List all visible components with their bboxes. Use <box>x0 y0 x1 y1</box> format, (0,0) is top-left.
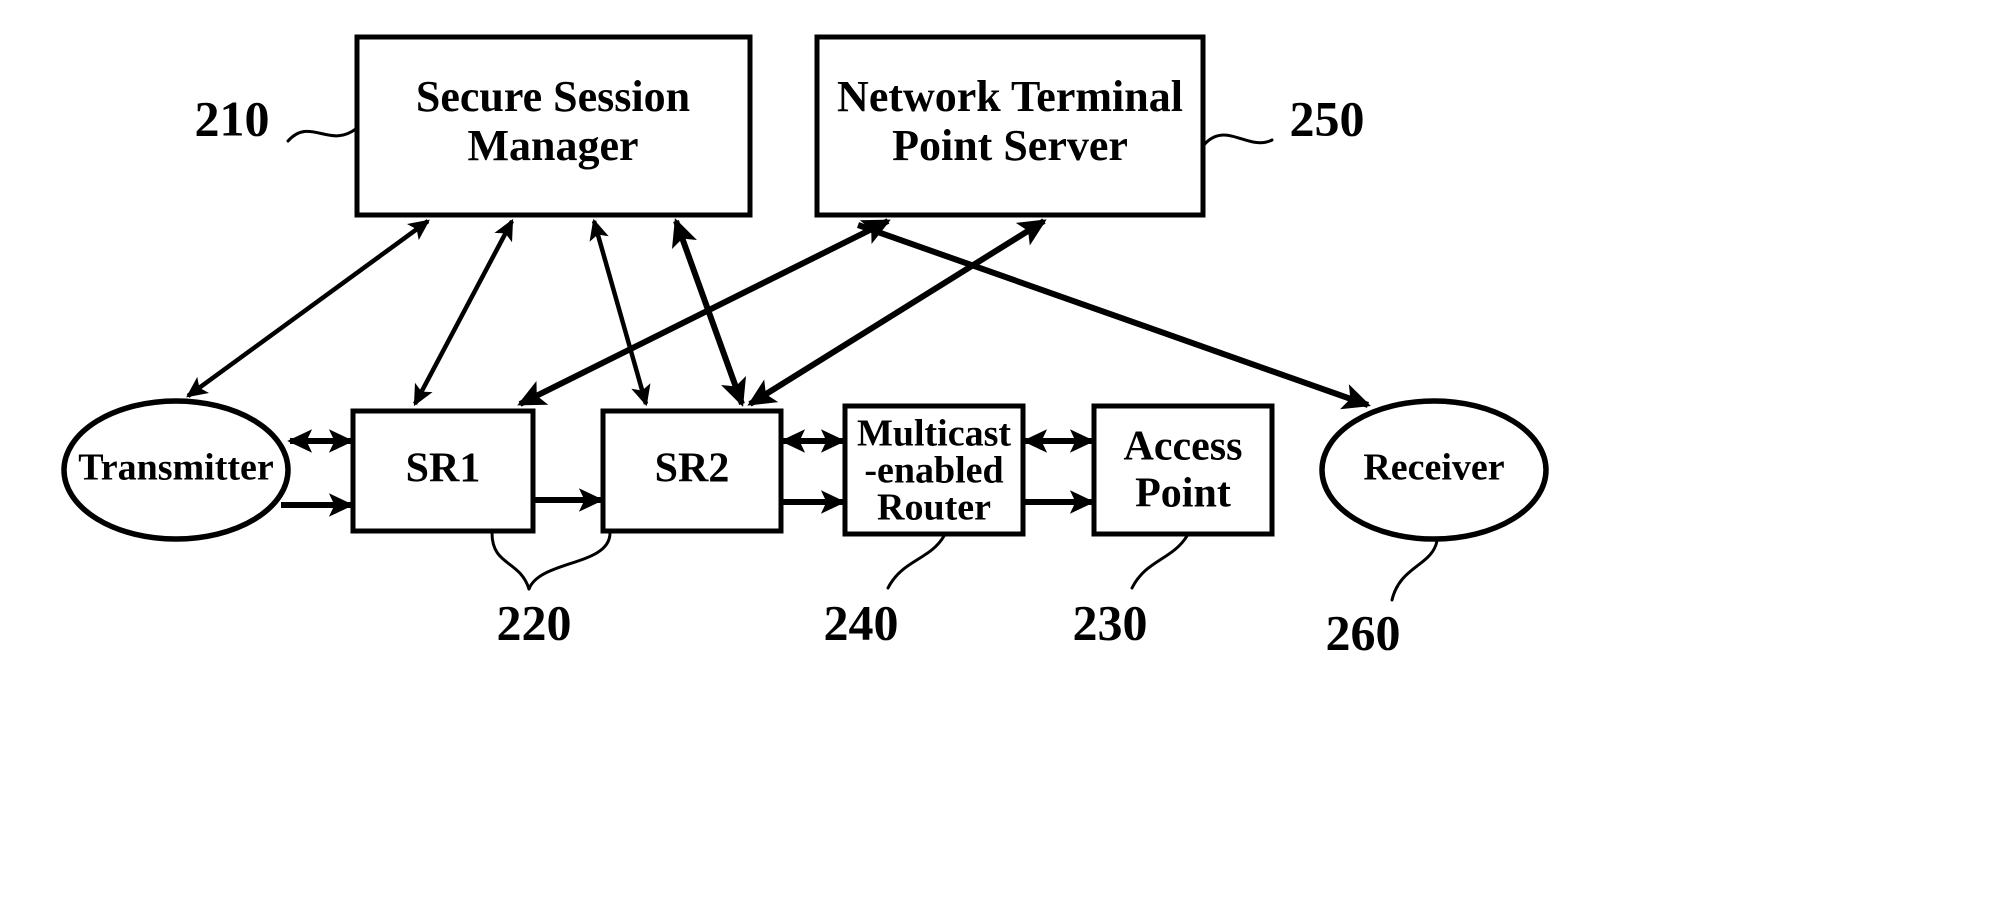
secure-session-manager-label-line1: Secure Session <box>416 72 690 121</box>
sr2-label: SR2 <box>655 446 730 492</box>
sr1-label: SR1 <box>406 446 481 492</box>
leader-220-right <box>527 531 612 591</box>
ref-label-230: 230 <box>1073 594 1148 650</box>
link-ntps-sr1[interactable] <box>517 218 891 407</box>
node-multicast-router[interactable]: Multicast -enabled Router <box>842 403 1026 537</box>
link-ntps-receiver[interactable] <box>857 222 1371 410</box>
link-ssm-transmitter[interactable] <box>186 219 430 398</box>
leader-240 <box>886 534 946 590</box>
node-sr2[interactable]: SR2 <box>600 408 784 534</box>
secure-session-manager-label-line2: Manager <box>467 121 638 170</box>
leader-220-left <box>490 531 531 591</box>
node-access-point[interactable]: Access Point <box>1091 403 1275 537</box>
node-receiver[interactable]: Receiver <box>1319 398 1549 542</box>
leader-250 <box>1201 133 1274 148</box>
transmitter-label: Transmitter <box>78 447 274 489</box>
ref-label-210: 210 <box>195 90 270 146</box>
ntps-label-line2: Point Server <box>892 121 1128 170</box>
network-diagram: Secure Session Manager Network Terminal … <box>61 34 1549 660</box>
multicast-router-label-line1: Multicast <box>857 413 1011 455</box>
ref-label-220: 220 <box>497 594 572 650</box>
ref-label-250: 250 <box>1290 90 1365 146</box>
leader-230 <box>1130 534 1189 590</box>
leader-260 <box>1390 539 1439 602</box>
node-secure-session-manager[interactable]: Secure Session Manager <box>354 34 753 218</box>
receiver-label: Receiver <box>1363 447 1504 489</box>
figure-root: Secure Session Manager Network Terminal … <box>0 0 1997 911</box>
node-network-terminal-point-server[interactable]: Network Terminal Point Server <box>814 34 1206 218</box>
multicast-router-label-line2: -enabled <box>864 450 1003 492</box>
ntps-label-line1: Network Terminal <box>837 72 1183 121</box>
link-ssm-sr2[interactable] <box>589 218 651 407</box>
link-ntps-sr2[interactable] <box>747 218 1047 407</box>
link-ssm-sr1[interactable] <box>413 218 514 407</box>
leader-210 <box>286 126 359 143</box>
link-ssm-sr2-secondary[interactable] <box>671 218 747 407</box>
node-transmitter[interactable]: Transmitter <box>61 398 291 542</box>
ref-label-240: 240 <box>824 594 899 650</box>
ref-label-260: 260 <box>1326 604 1401 660</box>
node-sr1[interactable]: SR1 <box>350 408 536 534</box>
access-point-label-line2: Point <box>1135 471 1231 517</box>
multicast-router-label-line3: Router <box>877 487 991 529</box>
access-point-label-line1: Access <box>1124 424 1243 470</box>
